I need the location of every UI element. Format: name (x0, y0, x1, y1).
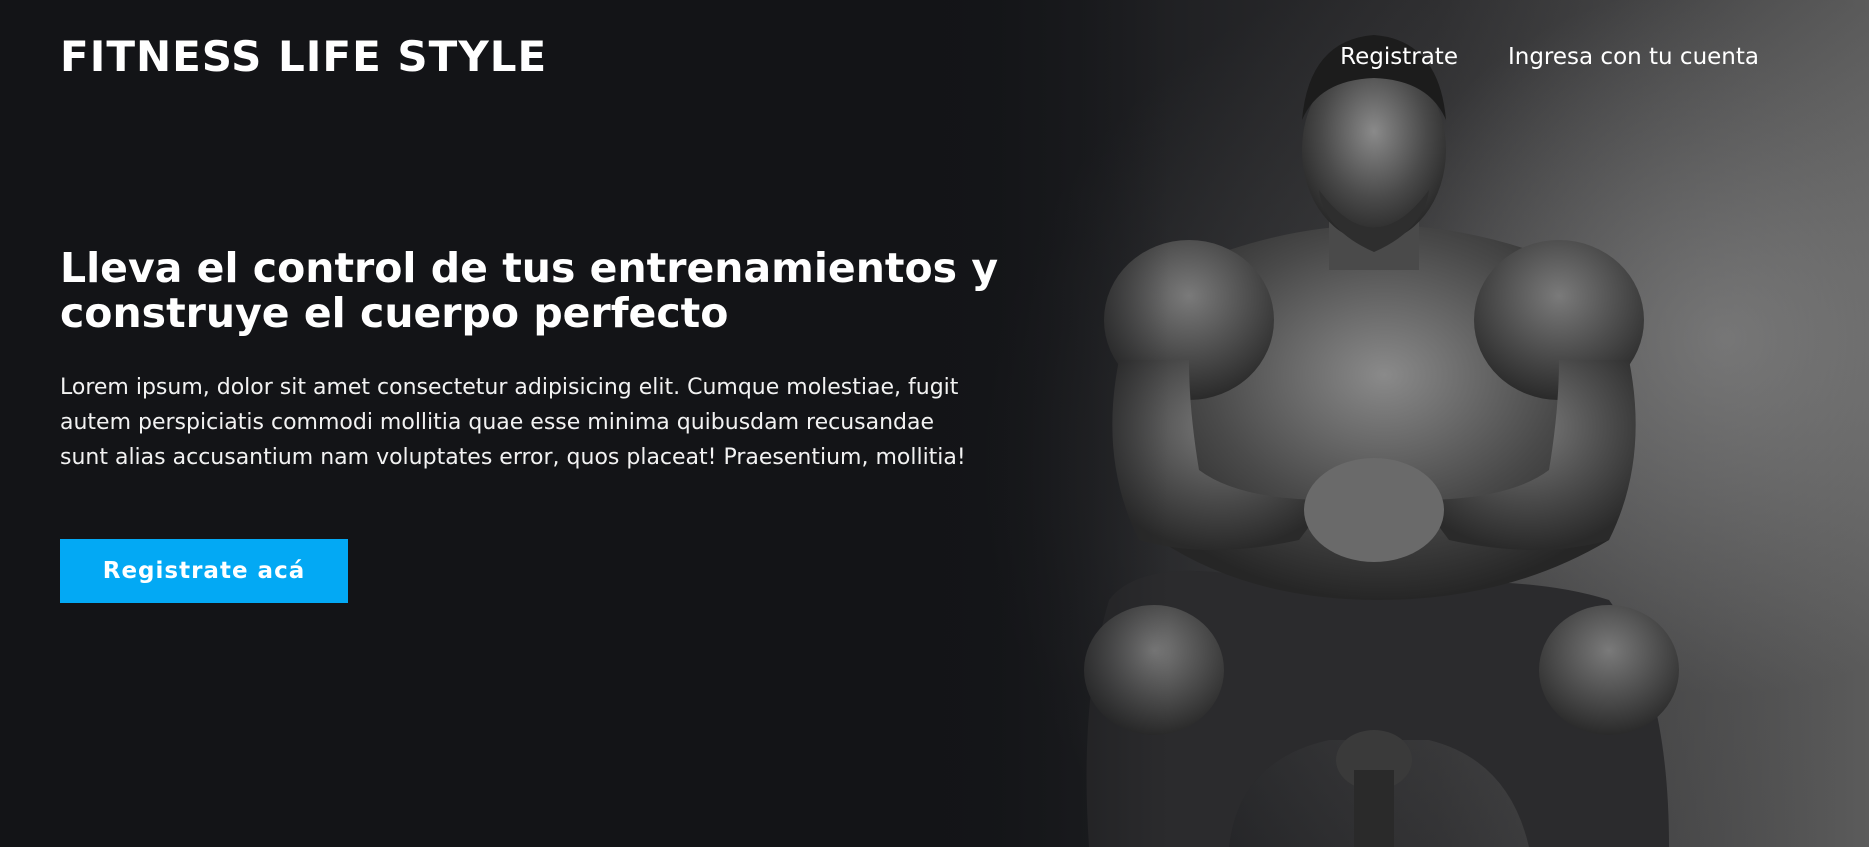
nav-register-link[interactable]: Registrate (1340, 44, 1458, 70)
brand-logo[interactable]: FITNESS LIFE STYLE (60, 32, 547, 81)
register-cta-button[interactable]: Registrate acá (60, 539, 348, 603)
top-nav: Registrate Ingresa con tu cuenta (1340, 44, 1759, 70)
hero-title: Lleva el control de tus entrenamientos y… (60, 244, 999, 337)
athlete-silhouette (1084, 35, 1679, 847)
athlete-photo (909, 0, 1869, 847)
nav-login-link[interactable]: Ingresa con tu cuenta (1508, 44, 1759, 70)
landing-page: FITNESS LIFE STYLE Registrate Ingresa co… (0, 0, 1869, 847)
hero-description: Lorem ipsum, dolor sit amet consectetur … (60, 375, 966, 470)
